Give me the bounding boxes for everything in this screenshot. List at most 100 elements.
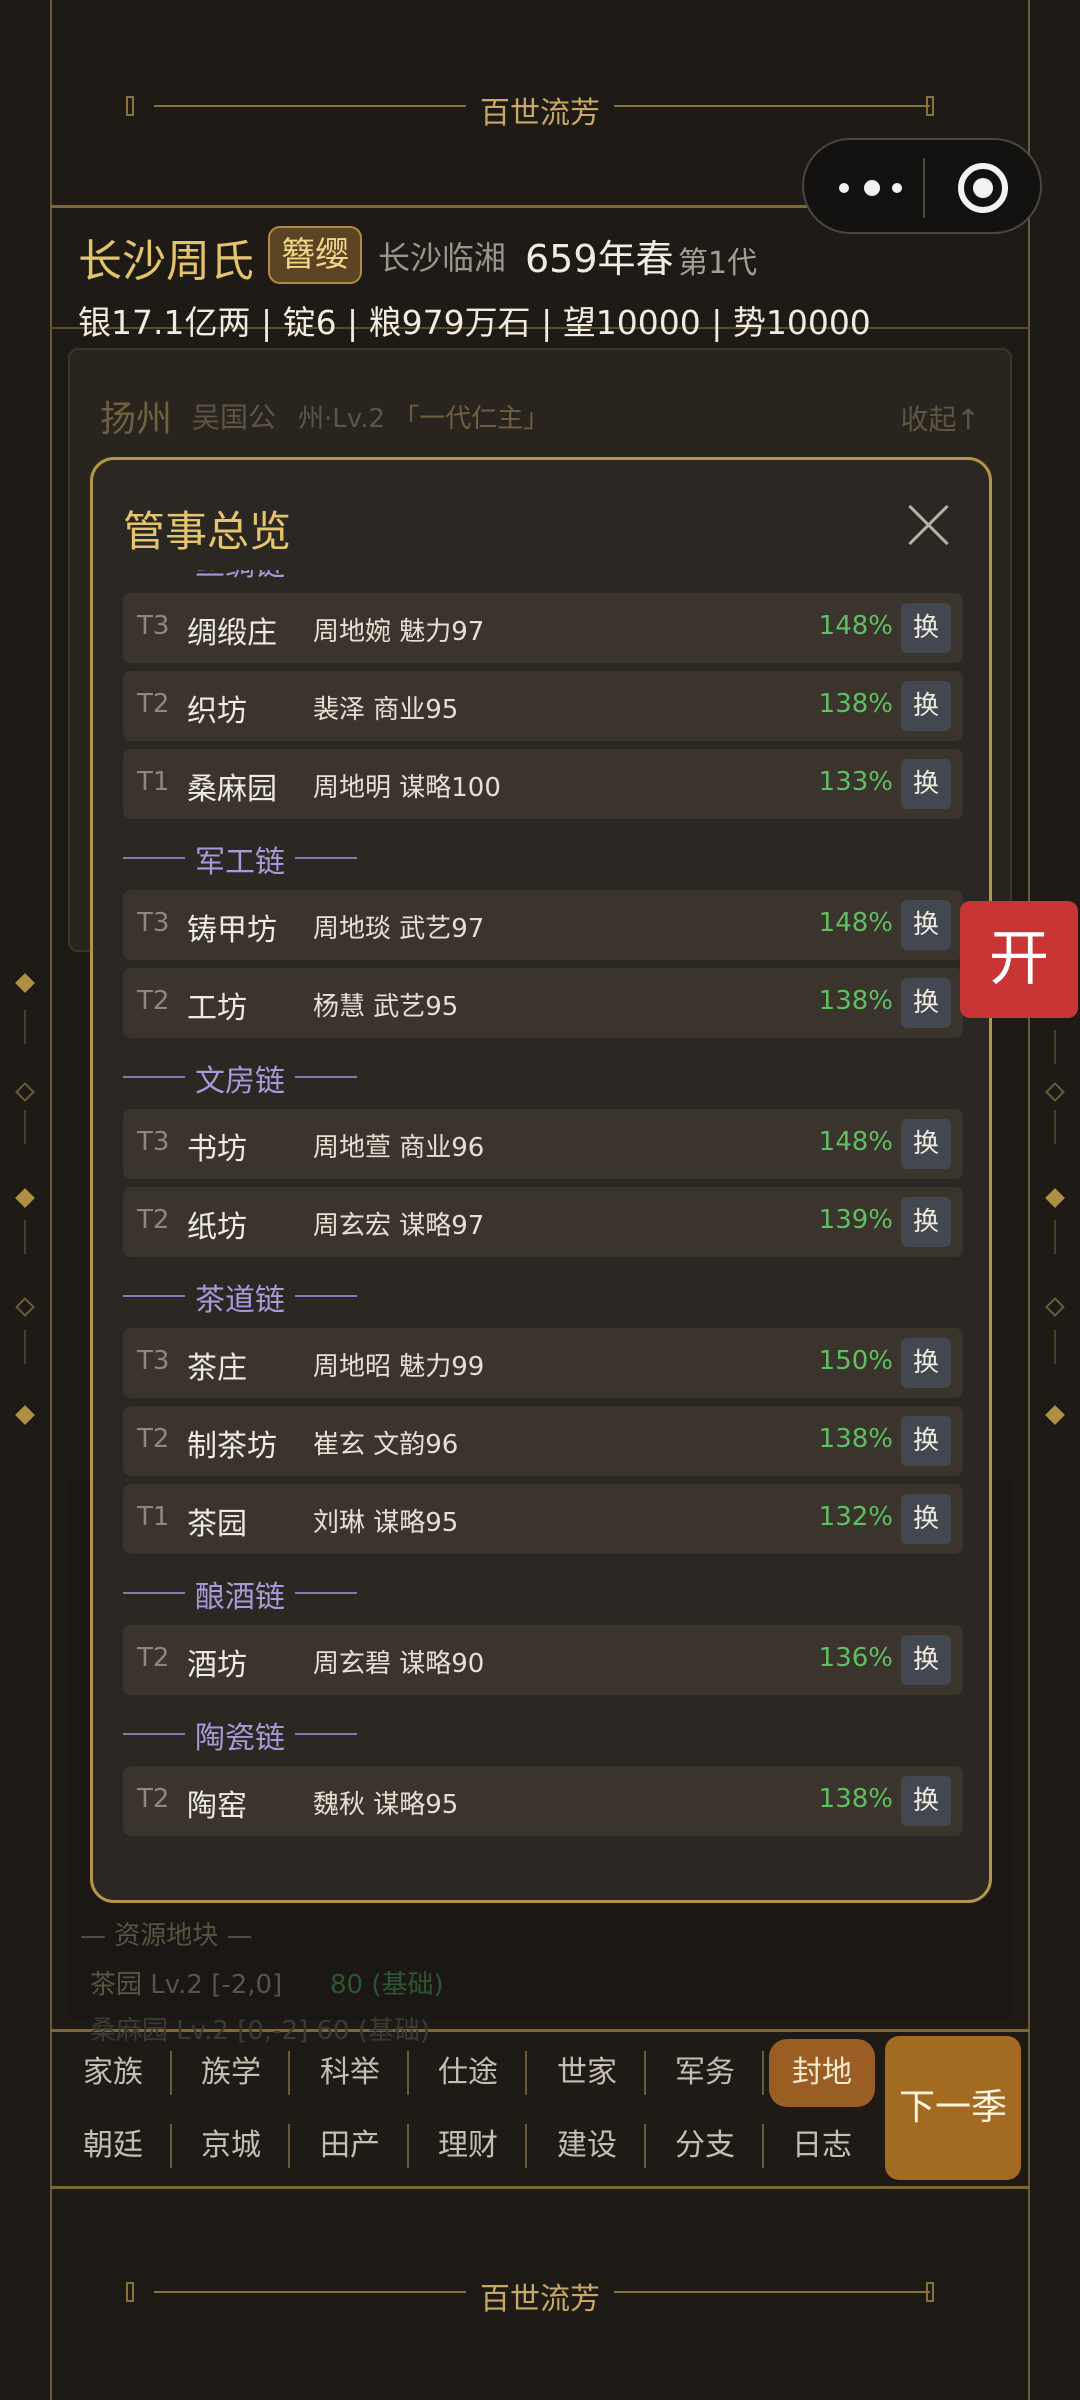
manager-name: 周地琰 武艺97 <box>313 914 485 944</box>
manager-row: T3 茶庄 周地昭 魅力99 150% 换 <box>123 1328 963 1398</box>
nav-tab[interactable]: 京城 <box>181 2116 281 2176</box>
generation-label: 第1代 <box>678 246 758 281</box>
ornament-diamond <box>1045 1188 1065 1208</box>
nav-tab[interactable]: 田产 <box>300 2116 400 2176</box>
manager-name: 周玄宏 谋略97 <box>313 1211 485 1241</box>
manager-row: T3 绸缎庄 周地婉 魅力97 148% 换 <box>123 593 963 663</box>
manager-row: T3 铸甲坊 周地琰 武艺97 148% 换 <box>123 890 963 960</box>
tier-label: T3 <box>137 1346 170 1376</box>
swap-manager-button[interactable]: 换 <box>901 900 951 950</box>
nav-tab[interactable]: 世家 <box>537 2043 637 2103</box>
tier-label: T3 <box>137 611 170 641</box>
building-name: 纸坊 <box>187 1210 247 1245</box>
resource-plot-1-value: 80 (基础) <box>330 1970 444 2000</box>
ornament-diamond <box>15 1188 35 1208</box>
swap-manager-button[interactable]: 换 <box>901 681 951 731</box>
swap-manager-button[interactable]: 换 <box>901 1494 951 1544</box>
tier-label: T3 <box>137 908 170 938</box>
building-name: 茶园 <box>187 1507 247 1542</box>
nav-separator <box>407 2051 409 2095</box>
swap-manager-button[interactable]: 换 <box>901 603 951 653</box>
building-name: 茶庄 <box>187 1351 247 1386</box>
manager-row: T2 纸坊 周玄宏 谋略97 139% 换 <box>123 1187 963 1257</box>
fief-lord: 吴国公 <box>192 401 277 434</box>
efficiency-percent: 138% <box>818 986 893 1016</box>
manager-name: 周地萱 商业96 <box>313 1133 485 1163</box>
nav-tab[interactable]: 封地 <box>769 2039 875 2107</box>
nav-separator <box>170 2124 172 2168</box>
swap-manager-button[interactable]: 换 <box>901 1635 951 1685</box>
manager-row: T1 桑麻园 周地明 谋略100 133% 换 <box>123 749 963 819</box>
ornament-diamond <box>15 1405 35 1425</box>
nav-separator <box>170 2051 172 2095</box>
fief-level: 州·Lv.2 「一代仁主」 <box>298 404 550 434</box>
efficiency-percent: 148% <box>818 1127 893 1157</box>
swap-manager-button[interactable]: 换 <box>901 1416 951 1466</box>
manager-name: 杨慧 武艺95 <box>313 992 459 1022</box>
manager-row: T2 陶窑 魏秋 谋略95 138% 换 <box>123 1766 963 1836</box>
manager-name: 周地昭 魅力99 <box>313 1352 485 1382</box>
tier-label: T2 <box>137 1784 170 1814</box>
swap-manager-button[interactable]: 换 <box>901 978 951 1028</box>
nav-tab[interactable]: 仕途 <box>418 2043 518 2103</box>
nav-tab[interactable]: 建设 <box>537 2116 637 2176</box>
nav-separator <box>644 2051 646 2095</box>
ornament-diamond <box>15 1297 35 1317</box>
swap-manager-button[interactable]: 换 <box>901 759 951 809</box>
fief-city: 扬州 <box>100 399 173 440</box>
swap-manager-button[interactable]: 换 <box>901 1776 951 1826</box>
open-button[interactable]: 开 <box>960 901 1078 1018</box>
efficiency-percent: 138% <box>818 1424 893 1454</box>
modal-title: 管事总览 <box>123 507 292 556</box>
manager-overview-modal: 管事总览 丝绸链 T3 绸缎庄 周地婉 魅力97 148% 换 T2 织坊 裴泽 商业95 138… <box>90 457 992 1903</box>
tier-label: T2 <box>137 1205 170 1235</box>
nav-separator <box>525 2051 527 2095</box>
current-year: 659年春 <box>525 237 674 281</box>
building-name: 陶窑 <box>187 1789 247 1824</box>
nav-tab[interactable]: 朝廷 <box>63 2116 163 2176</box>
swap-manager-button[interactable]: 换 <box>901 1197 951 1247</box>
rank-badge: 簪缨 <box>268 226 362 284</box>
manager-name: 崔玄 文韵96 <box>313 1430 459 1460</box>
nav-tab[interactable]: 日志 <box>772 2116 872 2176</box>
nav-tab[interactable]: 家族 <box>63 2043 163 2103</box>
nav-separator <box>525 2124 527 2168</box>
section-label: 陶瓷链 <box>195 1721 285 1756</box>
nav-separator <box>762 2051 764 2095</box>
building-name: 织坊 <box>187 694 247 729</box>
manager-name: 裴泽 商业95 <box>313 695 459 725</box>
manager-row: T2 织坊 裴泽 商业95 138% 换 <box>123 671 963 741</box>
nav-separator <box>644 2124 646 2168</box>
building-name: 书坊 <box>187 1132 247 1167</box>
efficiency-percent: 138% <box>818 1784 893 1814</box>
nav-bottom-divider <box>50 2186 1030 2189</box>
resource-plot-1: 茶园 Lv.2 [-2,0] <box>90 1970 283 2000</box>
frame-right-line <box>1028 0 1030 2400</box>
tier-label: T2 <box>137 689 170 719</box>
resource-plot-2: 桑麻园 Lv.2 [0,-2] 60 (基础) <box>90 2016 431 2046</box>
nav-tab[interactable]: 科举 <box>300 2043 400 2103</box>
ornament-diamond <box>15 1082 35 1102</box>
manager-name: 周地婉 魅力97 <box>313 617 485 647</box>
manager-list[interactable]: 丝绸链 T3 绸缎庄 周地婉 魅力97 148% 换 T2 织坊 裴泽 商业95 138% 换 T1 桑… <box>93 570 989 1900</box>
swap-manager-button[interactable]: 换 <box>901 1119 951 1169</box>
ornament-diamond <box>1045 1082 1065 1102</box>
nav-tab[interactable]: 分支 <box>655 2116 755 2176</box>
nav-tab[interactable]: 军务 <box>655 2043 755 2103</box>
manager-row: T1 茶园 刘琳 谋略95 132% 换 <box>123 1484 963 1554</box>
clan-location: 长沙临湘 <box>378 239 507 277</box>
building-name: 绸缎庄 <box>187 616 277 651</box>
close-icon[interactable] <box>906 502 952 548</box>
close-miniapp-icon[interactable] <box>958 163 1008 213</box>
collapse-button[interactable]: 收起↑ <box>901 398 980 438</box>
nav-tab[interactable]: 族学 <box>181 2043 281 2103</box>
next-season-button[interactable]: 下一季 <box>885 2036 1021 2180</box>
swap-manager-button[interactable]: 换 <box>901 1338 951 1388</box>
nav-tab[interactable]: 理财 <box>418 2116 518 2176</box>
section-label: 酿酒链 <box>195 1580 285 1615</box>
manager-name: 魏秋 谋略95 <box>313 1790 459 1820</box>
manager-row: T3 书坊 周地萱 商业96 148% 换 <box>123 1109 963 1179</box>
banner-title: 百世流芳 <box>466 88 614 132</box>
resource-plots-header: — 资源地块 — <box>80 1921 253 1951</box>
more-menu-icon[interactable] <box>834 173 924 203</box>
